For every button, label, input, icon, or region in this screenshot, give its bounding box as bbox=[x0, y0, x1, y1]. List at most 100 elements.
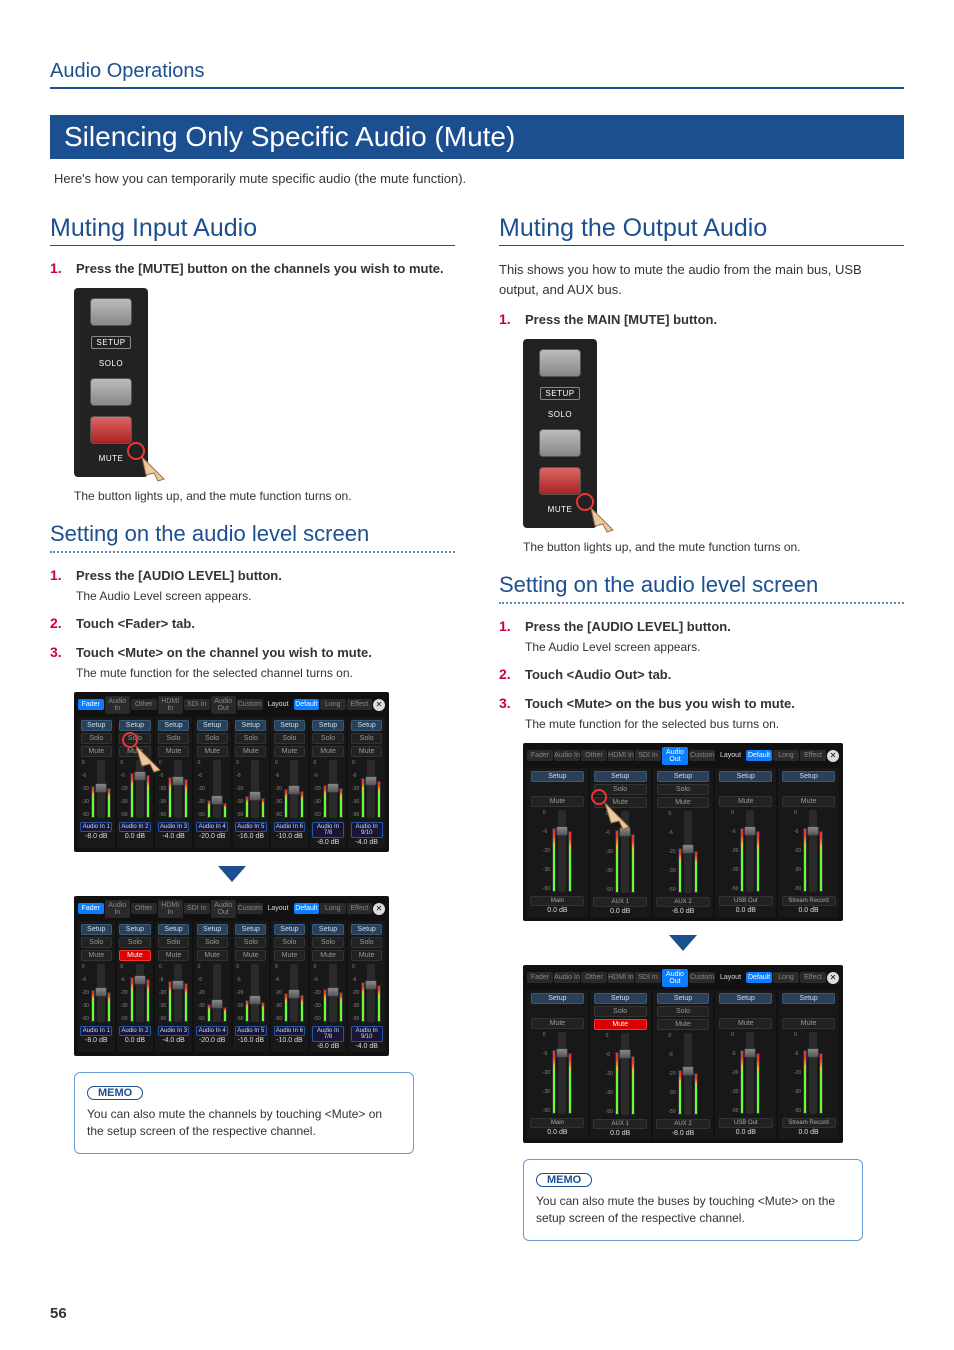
mute-button[interactable]: Mute bbox=[351, 746, 382, 757]
fader[interactable] bbox=[251, 964, 259, 1022]
solo-button[interactable]: Solo bbox=[235, 937, 266, 948]
tab-audio-out[interactable]: Audio Out bbox=[211, 900, 237, 918]
setup-button[interactable]: Setup bbox=[594, 993, 647, 1004]
fader[interactable] bbox=[97, 964, 105, 1022]
setup-button[interactable]: Setup bbox=[531, 771, 584, 782]
tab-effect[interactable]: Effect bbox=[800, 750, 826, 761]
fader[interactable] bbox=[558, 810, 566, 892]
setup-button[interactable]: Setup bbox=[312, 720, 343, 731]
tab-long[interactable]: Long bbox=[773, 750, 799, 761]
tab-hdmi-in[interactable]: HDMI In bbox=[158, 696, 184, 714]
solo-button[interactable]: Solo bbox=[312, 733, 343, 744]
tab-long[interactable]: Long bbox=[320, 699, 346, 710]
mute-button[interactable]: Mute bbox=[719, 796, 772, 807]
tab-other[interactable]: Other bbox=[581, 972, 607, 983]
tab-default[interactable]: Default bbox=[294, 699, 320, 710]
setup-button[interactable]: Setup bbox=[158, 924, 189, 935]
setup-button[interactable]: Setup bbox=[197, 720, 228, 731]
mute-button[interactable]: Mute bbox=[81, 950, 112, 961]
tab-effect[interactable]: Effect bbox=[347, 903, 373, 914]
tab-default[interactable]: Default bbox=[294, 903, 320, 914]
tab-fader[interactable]: Fader bbox=[527, 972, 553, 983]
tab-custom[interactable]: Custom bbox=[237, 903, 263, 914]
close-icon[interactable]: ✕ bbox=[827, 972, 839, 984]
tab-sdi-in[interactable]: SDI In bbox=[184, 699, 210, 710]
setup-button[interactable]: Setup bbox=[235, 720, 266, 731]
setup-button[interactable]: Setup bbox=[782, 993, 835, 1004]
tab-hdmi-in[interactable]: HDMI In bbox=[608, 750, 634, 761]
tab-default[interactable]: Default bbox=[746, 972, 772, 983]
tab-long[interactable]: Long bbox=[320, 903, 346, 914]
solo-button[interactable]: Solo bbox=[351, 733, 382, 744]
fader[interactable] bbox=[621, 1033, 629, 1115]
setup-button[interactable]: Setup bbox=[719, 993, 772, 1004]
tab-fader[interactable]: Fader bbox=[78, 903, 104, 914]
mute-button[interactable]: Mute bbox=[274, 950, 305, 961]
fader[interactable] bbox=[97, 760, 105, 818]
fader[interactable] bbox=[174, 760, 182, 818]
fader[interactable] bbox=[367, 964, 375, 1022]
tab-audio-in[interactable]: Audio In bbox=[105, 696, 131, 714]
mute-button[interactable]: Mute bbox=[81, 746, 112, 757]
mute-button[interactable]: Mute bbox=[351, 950, 382, 961]
tab-audio-out[interactable]: Audio Out bbox=[211, 696, 237, 714]
setup-button[interactable]: Setup bbox=[531, 993, 584, 1004]
tab-custom[interactable]: Custom bbox=[689, 750, 715, 761]
solo-button[interactable]: Solo bbox=[235, 733, 266, 744]
mute-button[interactable]: Mute bbox=[274, 746, 305, 757]
tab-sdi-in[interactable]: SDI In bbox=[184, 903, 210, 914]
fader[interactable] bbox=[290, 760, 298, 818]
mute-button[interactable]: Mute bbox=[782, 1018, 835, 1029]
fader[interactable] bbox=[174, 964, 182, 1022]
close-icon[interactable]: ✕ bbox=[373, 699, 385, 711]
fader[interactable] bbox=[213, 964, 221, 1022]
fader[interactable] bbox=[329, 964, 337, 1022]
solo-button[interactable]: Solo bbox=[657, 1006, 710, 1017]
mute-button[interactable]: Mute bbox=[158, 950, 189, 961]
mute-button[interactable]: Mute bbox=[657, 797, 710, 808]
mute-button[interactable]: Mute bbox=[235, 950, 266, 961]
fader[interactable] bbox=[213, 760, 221, 818]
mute-button[interactable]: Mute bbox=[197, 950, 228, 961]
setup-button[interactable]: Setup bbox=[351, 720, 382, 731]
setup-button[interactable]: Setup bbox=[274, 720, 305, 731]
solo-button[interactable]: Solo bbox=[119, 937, 150, 948]
setup-button[interactable]: Setup bbox=[81, 720, 112, 731]
mute-button[interactable]: Mute bbox=[531, 796, 584, 807]
solo-button[interactable]: Solo bbox=[197, 937, 228, 948]
setup-button[interactable]: Setup bbox=[657, 771, 710, 782]
setup-button[interactable]: Setup bbox=[197, 924, 228, 935]
tab-hdmi-in[interactable]: HDMI In bbox=[608, 972, 634, 983]
tab-sdi-in[interactable]: SDI In bbox=[635, 750, 661, 761]
tab-audio-in[interactable]: Audio In bbox=[105, 900, 131, 918]
tab-hdmi-in[interactable]: HDMI In bbox=[158, 900, 184, 918]
tab-custom[interactable]: Custom bbox=[689, 972, 715, 983]
setup-button[interactable]: Setup bbox=[235, 924, 266, 935]
solo-button[interactable]: Solo bbox=[81, 733, 112, 744]
solo-button[interactable]: Solo bbox=[274, 733, 305, 744]
solo-button[interactable]: Solo bbox=[594, 1006, 647, 1017]
mute-button[interactable]: Mute bbox=[782, 796, 835, 807]
setup-button[interactable]: Setup bbox=[657, 993, 710, 1004]
solo-button[interactable]: Solo bbox=[657, 784, 710, 795]
tab-sdi-in[interactable]: SDI In bbox=[635, 972, 661, 983]
tab-audio-out[interactable]: Audio Out bbox=[662, 969, 688, 987]
fader[interactable] bbox=[329, 760, 337, 818]
tab-custom[interactable]: Custom bbox=[237, 699, 263, 710]
fader[interactable] bbox=[809, 810, 817, 892]
tab-audio-out[interactable]: Audio Out bbox=[662, 747, 688, 765]
tab-fader[interactable]: Fader bbox=[527, 750, 553, 761]
fader[interactable] bbox=[367, 760, 375, 818]
solo-button[interactable]: Solo bbox=[158, 937, 189, 948]
tab-other[interactable]: Other bbox=[131, 699, 157, 710]
solo-button[interactable]: Solo bbox=[351, 937, 382, 948]
fader[interactable] bbox=[746, 810, 754, 892]
fader[interactable] bbox=[251, 760, 259, 818]
tab-other[interactable]: Other bbox=[581, 750, 607, 761]
tab-audio-in[interactable]: Audio In bbox=[554, 972, 580, 983]
mute-button[interactable]: Mute bbox=[657, 1019, 710, 1030]
tab-effect[interactable]: Effect bbox=[800, 972, 826, 983]
close-icon[interactable]: ✕ bbox=[373, 903, 385, 915]
solo-button[interactable]: Solo bbox=[312, 937, 343, 948]
fader[interactable] bbox=[746, 1032, 754, 1114]
